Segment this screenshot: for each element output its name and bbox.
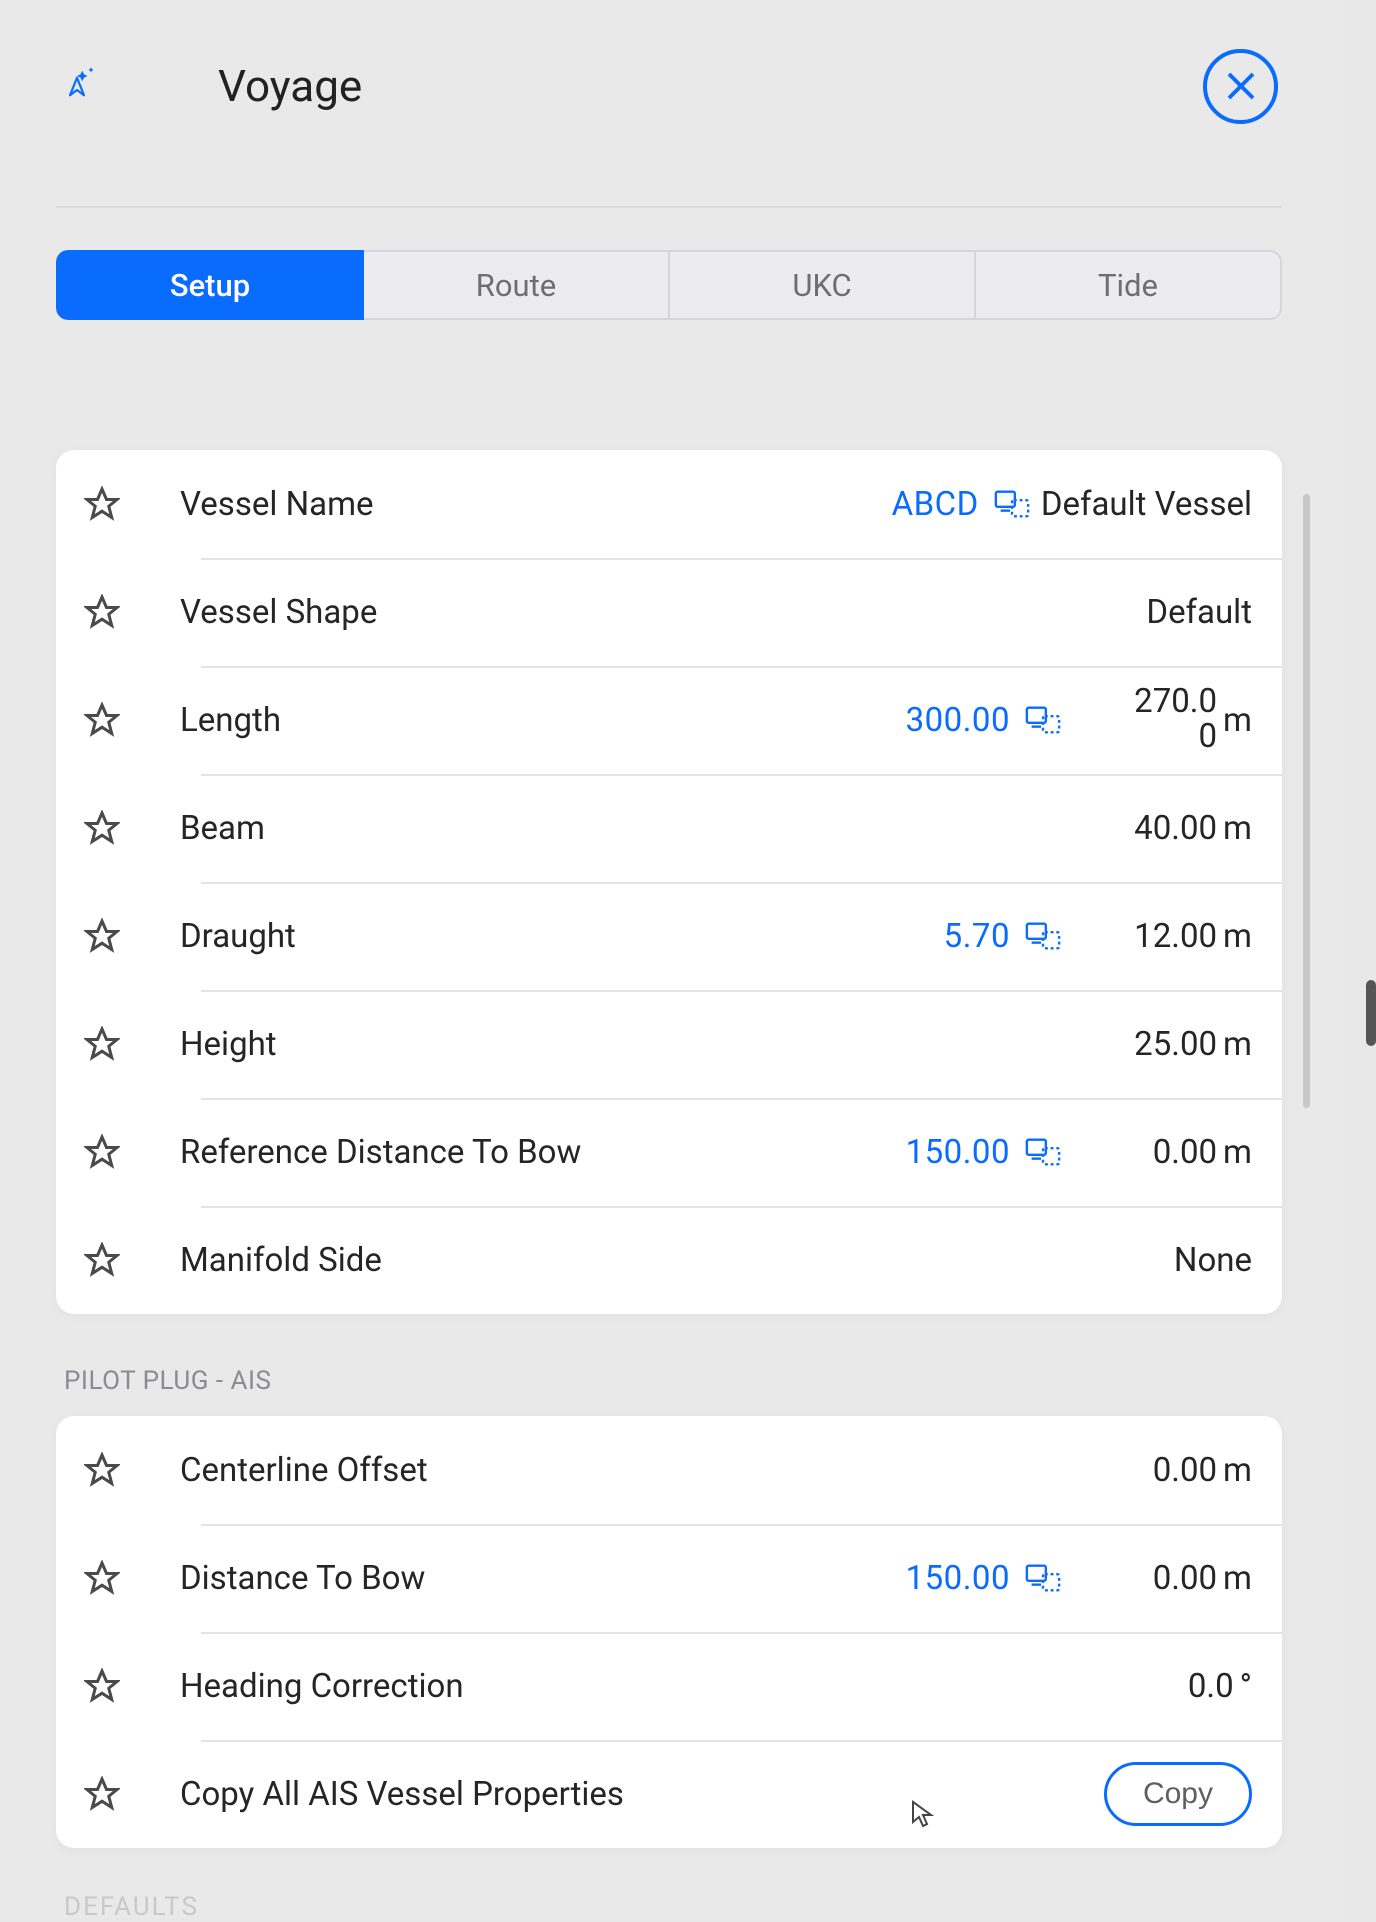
row-label: Length: [180, 701, 906, 740]
section-pilot-plug: PILOT PLUG - AIS: [64, 1366, 1282, 1396]
row-dist-to-bow[interactable]: Distance To Bow 150.00 0.00 m: [56, 1524, 1282, 1632]
star-icon[interactable]: [84, 1242, 124, 1278]
section-defaults: DEFAULTS: [64, 1892, 1282, 1922]
header-divider: [56, 206, 1282, 208]
row-centerline-offset[interactable]: Centerline Offset 0.00 m: [56, 1416, 1282, 1524]
row-manifold-side[interactable]: Manifold Side None: [56, 1206, 1282, 1314]
ais-value[interactable]: 5.70: [944, 917, 1062, 956]
row-label: Vessel Name: [180, 485, 892, 524]
ais-icon: [1024, 920, 1062, 952]
row-value: 25.00 m: [1072, 1025, 1252, 1064]
row-label: Beam: [180, 809, 1072, 848]
star-icon[interactable]: [84, 702, 124, 738]
voyage-modal: Voyage Setup Route UKC Tide Vessel Nam: [0, 0, 1338, 1919]
panel-scroll-thumb[interactable]: [1303, 494, 1310, 1108]
star-icon[interactable]: [84, 1668, 124, 1704]
row-heading-correction[interactable]: Heading Correction 0.0 °: [56, 1632, 1282, 1740]
row-value: 0.00 m: [1072, 1451, 1252, 1490]
tabs: Setup Route UKC Tide: [56, 250, 1282, 320]
tab-tide[interactable]: Tide: [976, 250, 1282, 320]
row-copy-all: Copy All AIS Vessel Properties Copy: [56, 1740, 1282, 1848]
ais-icon: [1024, 704, 1062, 736]
row-draught[interactable]: Draught 5.70 12.00 m: [56, 882, 1282, 990]
row-beam[interactable]: Beam 40.00 m: [56, 774, 1282, 882]
tab-setup[interactable]: Setup: [56, 250, 364, 320]
row-label: Copy All AIS Vessel Properties: [180, 1775, 1104, 1814]
row-label: Draught: [180, 917, 944, 956]
row-label: Height: [180, 1025, 1072, 1064]
page-scroll-thumb[interactable]: [1366, 980, 1376, 1046]
voyage-spark-icon: [56, 62, 98, 104]
star-icon[interactable]: [84, 594, 124, 630]
ais-icon: [1024, 1562, 1062, 1594]
row-value: 12.00 m: [1072, 917, 1252, 956]
modal-header: Voyage: [56, 36, 1282, 136]
row-label: Heading Correction: [180, 1667, 1072, 1706]
ais-value[interactable]: 150.00: [906, 1559, 1062, 1598]
star-icon[interactable]: [84, 1776, 124, 1812]
ais-value[interactable]: ABCD: [892, 485, 1031, 524]
star-icon[interactable]: [84, 1134, 124, 1170]
row-label: Vessel Shape: [180, 593, 1072, 632]
row-value: 270.0 0 m: [1072, 685, 1252, 754]
pilot-card: Centerline Offset 0.00 m Distance To Bow…: [56, 1416, 1282, 1848]
star-icon[interactable]: [84, 1452, 124, 1488]
row-length[interactable]: Length 300.00 270.0 0: [56, 666, 1282, 774]
row-ref-dist-bow[interactable]: Reference Distance To Bow 150.00 0.00 m: [56, 1098, 1282, 1206]
row-value: 0.0 °: [1072, 1667, 1252, 1706]
star-icon[interactable]: [84, 810, 124, 846]
row-label: Reference Distance To Bow: [180, 1133, 906, 1172]
row-value: 40.00 m: [1072, 809, 1252, 848]
row-vessel-name[interactable]: Vessel Name ABCD Default Vessel: [56, 450, 1282, 558]
ais-value[interactable]: 150.00: [906, 1133, 1062, 1172]
tab-route[interactable]: Route: [364, 250, 670, 320]
star-icon[interactable]: [84, 1560, 124, 1596]
star-icon[interactable]: [84, 918, 124, 954]
tab-ukc[interactable]: UKC: [670, 250, 976, 320]
row-value: None: [1072, 1241, 1252, 1280]
row-label: Manifold Side: [180, 1241, 1072, 1280]
row-label: Distance To Bow: [180, 1559, 906, 1598]
row-value: Default: [1072, 593, 1252, 632]
star-icon[interactable]: [84, 1026, 124, 1062]
row-height[interactable]: Height 25.00 m: [56, 990, 1282, 1098]
close-button[interactable]: [1203, 49, 1278, 124]
row-vessel-shape[interactable]: Vessel Shape Default: [56, 558, 1282, 666]
ais-icon: [993, 488, 1031, 520]
vessel-card: Vessel Name ABCD Default Vessel: [56, 450, 1282, 1314]
row-value: Default Vessel: [1041, 485, 1252, 524]
copy-button[interactable]: Copy: [1104, 1762, 1252, 1826]
ais-icon: [1024, 1136, 1062, 1168]
modal-title: Voyage: [218, 60, 1203, 112]
row-label: Centerline Offset: [180, 1451, 1072, 1490]
row-value: 0.00 m: [1072, 1559, 1252, 1598]
ais-value[interactable]: 300.00: [906, 701, 1062, 740]
star-icon[interactable]: [84, 486, 124, 522]
row-value: 0.00 m: [1072, 1133, 1252, 1172]
